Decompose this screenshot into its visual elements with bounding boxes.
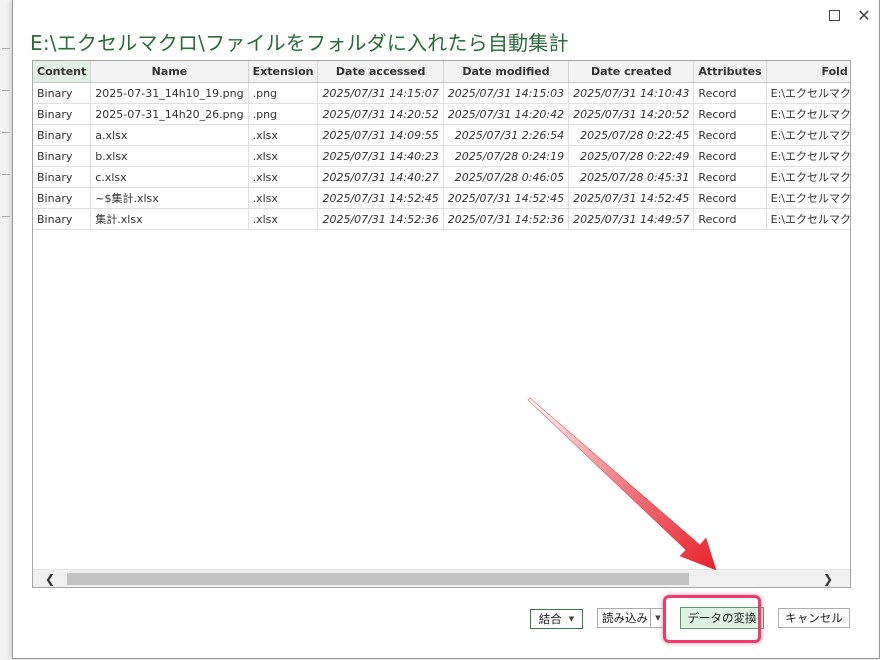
cell-date-accessed: 2025/07/31 14:09:55	[317, 124, 444, 146]
column-header[interactable]: Date accessed	[317, 61, 444, 83]
folder-preview-dialog: ✕ E:\エクセルマクロ\ファイルをフォルダに入れたら自動集計 Content N…	[12, 0, 880, 659]
cell-name: a.xlsx	[90, 124, 249, 146]
cell-name: 2025-07-31_14h10_19.png	[90, 82, 249, 104]
scroll-left-icon[interactable]: ❮	[41, 570, 59, 587]
cell-content[interactable]: Binary	[33, 208, 92, 230]
cell-folder: E:\エクセルマクロ\ファイ	[766, 82, 850, 104]
cell-date-modified: 2025/07/31 14:15:03	[443, 82, 570, 104]
cell-date-accessed: 2025/07/31 14:20:52	[317, 103, 444, 125]
preview-grid: Content Name Extension Date accessed Date mo…	[32, 60, 851, 588]
combine-button[interactable]: 結合 ▼	[530, 609, 583, 629]
cell-date-accessed: 2025/07/31 14:15:07	[317, 82, 444, 104]
table-row[interactable]: Binary 2025-07-31_14h10_19.png .png 2025/07…	[33, 82, 850, 104]
cell-date-modified: 2025/07/28 0:24:19	[443, 145, 570, 167]
load-dropdown-button[interactable]: ▼	[650, 608, 666, 628]
cell-date-accessed: 2025/07/31 14:52:36	[317, 208, 444, 230]
table-row[interactable]: Binary 2025-07-31_14h20_26.png .png 2025/07…	[33, 103, 850, 125]
cell-date-created: 2025/07/31 14:49:57	[568, 208, 695, 230]
cell-name: b.xlsx	[90, 145, 249, 167]
transform-data-label: データの変換	[687, 611, 757, 625]
cell-content[interactable]: Binary	[33, 166, 92, 188]
cell-attributes: Record	[693, 124, 767, 146]
cell-attributes: Record	[693, 82, 767, 104]
cell-date-created: 2025/07/31 14:52:45	[568, 187, 695, 209]
cell-name: c.xlsx	[90, 166, 249, 188]
cell-date-accessed: 2025/07/31 14:40:23	[317, 145, 444, 167]
scrollbar-thumb[interactable]	[67, 573, 689, 585]
cell-extension: .xlsx	[248, 166, 319, 188]
maximize-icon[interactable]	[823, 4, 845, 26]
table-row[interactable]: Binary ~$集計.xlsx .xlsx 2025/07/31 14:52:45 2…	[33, 187, 850, 209]
cell-date-created: 2025/07/31 14:20:52	[568, 103, 695, 125]
cell-date-modified: 2025/07/31 2:26:54	[443, 124, 570, 146]
chevron-down-icon: ▼	[568, 615, 575, 623]
table-header-row: Content Name Extension Date accessed Date mo…	[33, 61, 850, 83]
cell-date-created: 2025/07/28 0:22:49	[568, 145, 695, 167]
cell-content[interactable]: Binary	[33, 124, 92, 146]
combine-label: 結合	[538, 612, 562, 626]
cell-extension: .png	[248, 103, 319, 125]
column-header[interactable]: Fold	[766, 61, 850, 83]
cell-attributes: Record	[693, 208, 767, 230]
cell-folder: E:\エクセルマクロ\ファイ	[766, 208, 850, 230]
cell-attributes: Record	[693, 187, 767, 209]
cell-attributes: Record	[693, 145, 767, 167]
cell-name: 2025-07-31_14h20_26.png	[90, 103, 249, 125]
cell-extension: .xlsx	[248, 145, 319, 167]
cell-name: ~$集計.xlsx	[90, 187, 249, 209]
column-header[interactable]: Content	[33, 61, 92, 83]
cell-date-created: 2025/07/31 14:10:43	[568, 82, 695, 104]
table-body: Binary 2025-07-31_14h10_19.png .png 2025/07…	[33, 82, 850, 230]
cell-attributes: Record	[693, 166, 767, 188]
cell-attributes: Record	[693, 103, 767, 125]
cell-date-modified: 2025/07/31 14:20:42	[443, 103, 570, 125]
cell-extension: .xlsx	[248, 124, 319, 146]
cell-folder: E:\エクセルマクロ\ファイ	[766, 124, 850, 146]
table-row[interactable]: Binary b.xlsx .xlsx 2025/07/31 14:40:23 2025…	[33, 145, 850, 167]
column-header[interactable]: Date created	[568, 61, 695, 83]
cell-content[interactable]: Binary	[33, 103, 92, 125]
dialog-title: E:\エクセルマクロ\ファイルをフォルダに入れたら自動集計	[30, 31, 569, 55]
column-header[interactable]: Attributes	[693, 61, 767, 83]
column-header[interactable]: Extension	[248, 61, 319, 83]
cell-date-modified: 2025/07/31 14:52:45	[443, 187, 570, 209]
cell-date-created: 2025/07/28 0:22:45	[568, 124, 695, 146]
file-table: Content Name Extension Date accessed Date mo…	[33, 61, 850, 230]
cell-extension: .xlsx	[248, 187, 319, 209]
close-icon[interactable]: ✕	[853, 4, 875, 26]
table-viewport: Content Name Extension Date accessed Date mo…	[33, 61, 850, 569]
cell-date-created: 2025/07/28 0:45:31	[568, 166, 695, 188]
table-row[interactable]: Binary 集計.xlsx .xlsx 2025/07/31 14:52:36 202…	[33, 208, 850, 230]
background-window-strip	[0, 0, 12, 660]
cell-date-accessed: 2025/07/31 14:40:27	[317, 166, 444, 188]
column-header[interactable]: Date modified	[443, 61, 570, 83]
cell-content[interactable]: Binary	[33, 187, 92, 209]
cell-extension: .xlsx	[248, 208, 319, 230]
load-button[interactable]: 読み込み	[597, 608, 651, 628]
table-row[interactable]: Binary a.xlsx .xlsx 2025/07/31 14:09:55 2025…	[33, 124, 850, 146]
cancel-button[interactable]: キャンセル	[778, 608, 850, 628]
column-header[interactable]: Name	[90, 61, 249, 83]
cell-name: 集計.xlsx	[90, 208, 249, 230]
scroll-right-icon[interactable]: ❯	[819, 570, 837, 587]
cell-content[interactable]: Binary	[33, 145, 92, 167]
cell-content[interactable]: Binary	[33, 82, 92, 104]
transform-data-button[interactable]: データの変換	[680, 607, 764, 629]
horizontal-scrollbar[interactable]: ❮ ❯	[33, 569, 850, 587]
cell-extension: .png	[248, 82, 319, 104]
cell-date-accessed: 2025/07/31 14:52:45	[317, 187, 444, 209]
cell-folder: E:\エクセルマクロ\ファイ	[766, 103, 850, 125]
load-label: 読み込み	[602, 611, 648, 625]
cell-folder: E:\エクセルマクロ\ファイ	[766, 187, 850, 209]
cell-date-modified: 2025/07/31 14:52:36	[443, 208, 570, 230]
cell-folder: E:\エクセルマクロ\ファイ	[766, 145, 850, 167]
cell-folder: E:\エクセルマクロ\ファイ	[766, 166, 850, 188]
chevron-down-icon: ▼	[655, 614, 661, 622]
table-row[interactable]: Binary c.xlsx .xlsx 2025/07/31 14:40:27 2025…	[33, 166, 850, 188]
cancel-label: キャンセル	[785, 611, 843, 625]
cell-date-modified: 2025/07/28 0:46:05	[443, 166, 570, 188]
